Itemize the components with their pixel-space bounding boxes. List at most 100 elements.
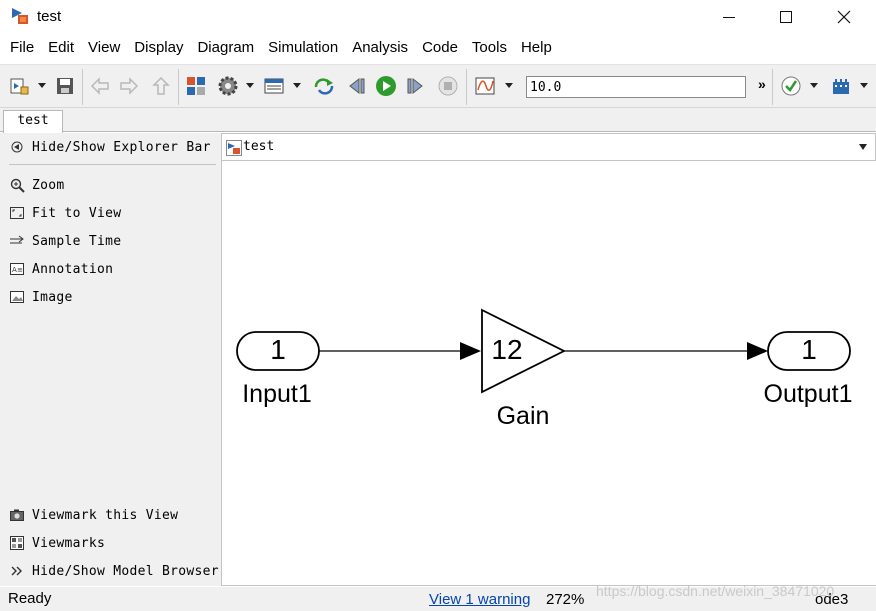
zoom-label: Zoom: [32, 177, 65, 193]
hide-show-model-browser-button[interactable]: Hide/Show Model Browser: [9, 560, 219, 582]
image-button[interactable]: Image: [9, 286, 73, 308]
annotation-button[interactable]: A≡ Annotation: [9, 258, 113, 280]
step-forward-button[interactable]: [404, 74, 428, 98]
model-advisor-dropdown[interactable]: [810, 83, 818, 88]
fit-to-view-button[interactable]: Fit to View: [9, 202, 121, 224]
model-advisor-button[interactable]: [779, 74, 803, 98]
build-button[interactable]: [829, 74, 853, 98]
menu-simulation[interactable]: Simulation: [261, 35, 345, 61]
explorer-bar: Hide/Show Explorer Bar Zoom Fit to View …: [0, 133, 222, 586]
model-canvas[interactable]: 1 Input1 12 Gain 1 Output1: [222, 161, 876, 586]
hide-show-explorer-bar-button[interactable]: Hide/Show Explorer Bar: [9, 136, 211, 158]
step-back-button[interactable]: [344, 74, 368, 98]
viewmark-this-view-button[interactable]: Viewmark this View: [9, 504, 178, 526]
model-explorer-button[interactable]: [262, 74, 286, 98]
menu-view[interactable]: View: [81, 35, 127, 61]
build-dropdown[interactable]: [860, 83, 868, 88]
toolbar-overflow-button[interactable]: »: [758, 76, 766, 92]
model-settings-icon: [218, 76, 238, 96]
save-button[interactable]: [53, 74, 77, 98]
hide-show-explorer-bar-label: Hide/Show Explorer Bar: [32, 139, 211, 155]
inport-name[interactable]: Input1: [242, 380, 312, 408]
fit-to-view-icon: [9, 205, 25, 221]
menu-edit[interactable]: Edit: [41, 35, 81, 61]
up-icon: [152, 76, 170, 95]
minimize-button[interactable]: [700, 0, 758, 34]
status-text: Ready: [8, 590, 52, 607]
close-button[interactable]: [815, 0, 873, 34]
menu-code[interactable]: Code: [415, 35, 465, 61]
new-model-button[interactable]: [7, 74, 31, 98]
model-settings-dropdown[interactable]: [246, 83, 254, 88]
forward-button[interactable]: [117, 74, 141, 98]
menu-file[interactable]: File: [3, 35, 41, 61]
scope-dropdown[interactable]: [505, 83, 513, 88]
back-button[interactable]: [88, 74, 112, 98]
tab-test[interactable]: test: [3, 110, 63, 133]
outport-name[interactable]: Output1: [764, 380, 853, 408]
forward-icon: [120, 77, 139, 95]
model-explorer-dropdown[interactable]: [293, 83, 301, 88]
run-icon: [376, 76, 396, 96]
stop-icon: [438, 76, 458, 96]
zoom-icon: [9, 177, 25, 193]
double-chevron-right-icon: [9, 563, 25, 579]
toolbar-separator: [772, 69, 773, 105]
sample-time-label: Sample Time: [32, 233, 122, 249]
gain-name[interactable]: Gain: [497, 402, 550, 430]
back-icon: [90, 77, 109, 95]
maximize-icon: [780, 11, 792, 23]
viewmarks-button[interactable]: Viewmarks: [9, 532, 105, 554]
model-path-bar[interactable]: test: [222, 133, 876, 161]
zoom-button[interactable]: Zoom: [9, 174, 65, 196]
sample-time-button[interactable]: Sample Time: [9, 230, 121, 252]
library-browser-button[interactable]: [184, 74, 208, 98]
menu-tools[interactable]: Tools: [465, 35, 514, 61]
outport-block[interactable]: 1: [767, 331, 851, 371]
new-model-icon: [10, 78, 29, 95]
annotation-icon: A≡: [9, 261, 25, 277]
new-model-dropdown[interactable]: [38, 83, 46, 88]
collapse-icon: [9, 139, 25, 155]
tab-bar: test: [0, 108, 876, 133]
save-icon: [57, 78, 73, 94]
model-path-dropdown-icon[interactable]: [859, 144, 867, 150]
image-label: Image: [32, 289, 73, 305]
outport-value: 1: [801, 334, 817, 365]
up-button[interactable]: [149, 74, 173, 98]
view-warning-link[interactable]: View 1 warning: [429, 591, 530, 608]
fit-to-view-label: Fit to View: [32, 205, 122, 221]
maximize-button[interactable]: [757, 0, 815, 34]
run-button[interactable]: [374, 74, 398, 98]
signal-arrow-gain: [460, 342, 481, 360]
update-diagram-button[interactable]: [312, 74, 336, 98]
zoom-level: 272%: [546, 591, 585, 608]
model-path-text: test: [243, 139, 275, 154]
camera-icon: [9, 507, 25, 523]
scope-button[interactable]: [473, 74, 497, 98]
stop-time-input[interactable]: [526, 76, 746, 98]
viewmarks-label: Viewmarks: [32, 535, 106, 551]
minimize-icon: [723, 17, 735, 18]
toolbar-separator: [466, 69, 467, 105]
gain-block[interactable]: 12: [481, 308, 567, 394]
annotation-label: Annotation: [32, 261, 114, 277]
menu-display[interactable]: Display: [127, 35, 190, 61]
update-diagram-icon: [314, 78, 334, 95]
menu-help[interactable]: Help: [514, 35, 559, 61]
scope-icon: [475, 77, 495, 95]
toolbar-separator: [82, 69, 83, 105]
svg-text:A≡: A≡: [12, 266, 23, 274]
menu-analysis[interactable]: Analysis: [345, 35, 415, 61]
menu-diagram[interactable]: Diagram: [190, 35, 261, 61]
model-settings-button[interactable]: [216, 74, 240, 98]
model-advisor-icon: [781, 76, 801, 96]
inport-block[interactable]: 1: [236, 331, 320, 371]
step-forward-icon: [407, 77, 423, 95]
stop-button[interactable]: [436, 74, 460, 98]
viewmarks-icon: [9, 535, 25, 551]
image-icon: [9, 289, 25, 305]
model-icon: [226, 140, 242, 156]
close-icon: [837, 10, 851, 24]
model-explorer-icon: [264, 78, 284, 94]
